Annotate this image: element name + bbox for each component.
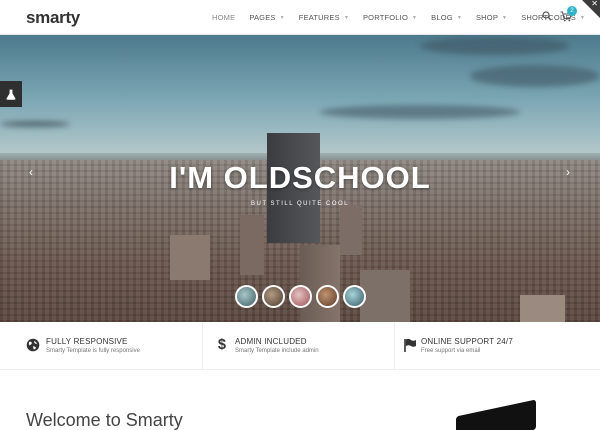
feature-item: FULLY RESPONSIVE Smarty Template is full… [0, 322, 190, 370]
slider-thumbnail[interactable] [262, 285, 285, 308]
flag-icon [404, 338, 416, 352]
welcome-heading: Welcome to Smarty [26, 410, 183, 430]
slider-thumbnail[interactable] [289, 285, 312, 308]
device-image [456, 399, 536, 430]
slider-thumbnail[interactable] [235, 285, 258, 308]
nav-item-portfolio[interactable]: PORTFOLIO ▼ [356, 13, 424, 22]
flask-icon [6, 89, 16, 100]
hero-building [240, 215, 264, 275]
feature-description: Smarty Template is fully responsive [46, 348, 140, 354]
slider-thumbnail[interactable] [316, 285, 339, 308]
hero-building [300, 245, 340, 322]
dollar-icon: $ [218, 337, 226, 353]
nav-item-features[interactable]: FEATURES ▼ [292, 13, 356, 22]
nav-item-blog[interactable]: BLOG ▼ [424, 13, 469, 22]
feature-description: Free support via email [421, 348, 481, 354]
feature-description: Smarty Template include admin [235, 348, 319, 354]
main-nav: HOME PAGES ▼ FEATURES ▼ PORTFOLIO ▼ BLOG ▼ S… [205, 0, 592, 35]
chevron-down-icon: ▼ [343, 14, 349, 21]
search-icon[interactable] [542, 11, 552, 21]
hero-building [340, 205, 362, 255]
chevron-down-icon: ▼ [412, 14, 418, 21]
hero-cloud [320, 105, 520, 119]
close-icon[interactable]: ✕ [591, 0, 598, 8]
nav-item-pages[interactable]: PAGES ▼ [242, 13, 291, 22]
hero-building [360, 270, 410, 322]
hero-slider: ‹ › I'M OLDSCHOOL BUT STILL QUITE COOL [0, 35, 600, 322]
chevron-down-icon: ▼ [456, 14, 462, 21]
features-strip: FULLY RESPONSIVE Smarty Template is full… [0, 322, 600, 370]
hero-cloud [0, 121, 70, 127]
feature-item: ONLINE SUPPORT 24/7 Free support via ema… [394, 322, 584, 370]
slider-thumbnail[interactable] [343, 285, 366, 308]
site-logo[interactable]: smarty [26, 8, 80, 28]
nav-item-shop[interactable]: SHOP ▼ [469, 13, 514, 22]
feature-title: ADMIN INCLUDED [235, 337, 307, 346]
hero-building [520, 295, 565, 322]
feature-title: FULLY RESPONSIVE [46, 337, 128, 346]
feature-title: ONLINE SUPPORT 24/7 [421, 337, 513, 346]
svg-text:$: $ [218, 337, 226, 353]
hero-cloud [420, 37, 570, 55]
nav-item-home[interactable]: HOME [205, 13, 242, 22]
chevron-down-icon: ▼ [279, 14, 285, 21]
hero-cloud [470, 65, 600, 87]
feature-item: $ ADMIN INCLUDED Smarty Template include… [202, 322, 392, 370]
hero-subtitle: BUT STILL QUITE COOL [250, 201, 349, 207]
hero-title: I'M OLDSCHOOL [169, 160, 431, 195]
cart-count-badge: 2 [567, 6, 577, 16]
globe-icon [26, 338, 40, 352]
site-header: smarty HOME PAGES ▼ FEATURES ▼ PORTFOLIO ▼ … [0, 0, 600, 35]
chevron-down-icon: ▼ [502, 14, 508, 21]
slider-thumbnails [235, 285, 366, 308]
style-switcher-tab[interactable] [0, 81, 22, 107]
nav-item-shortcodes[interactable]: SHORTCODES ▼ [514, 13, 592, 22]
hero-building [170, 235, 210, 280]
